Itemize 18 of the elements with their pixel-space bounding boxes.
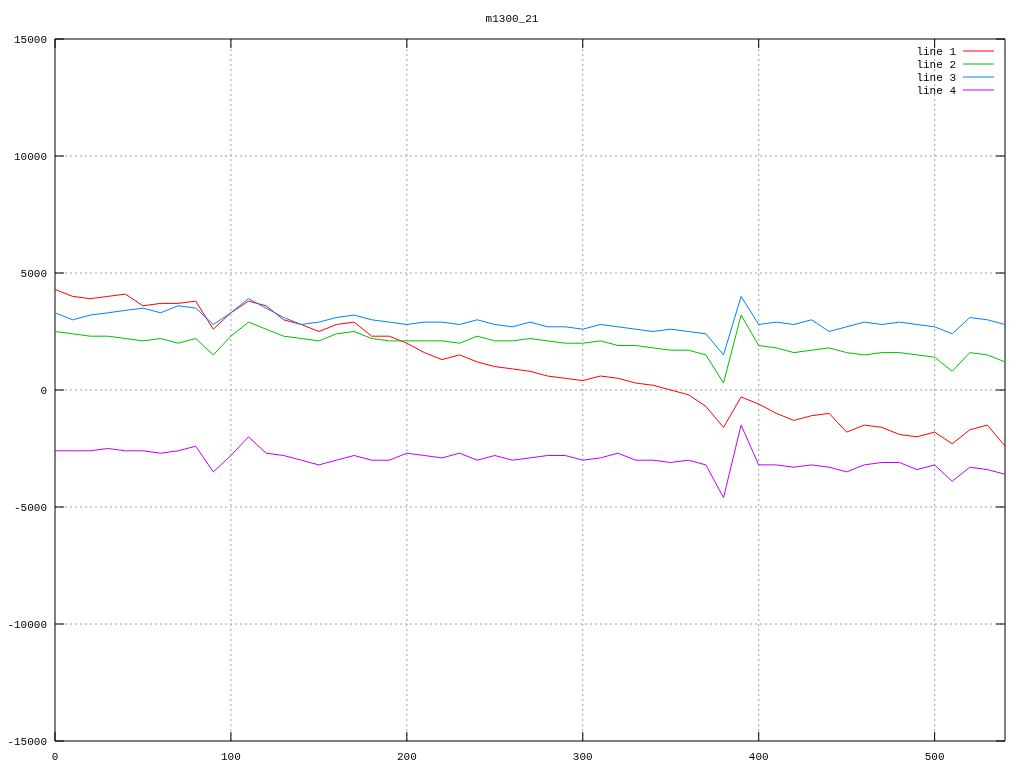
- legend-label: line 4: [916, 85, 956, 97]
- legend-label: line 1: [916, 46, 956, 58]
- axis-tick-label: 0: [40, 385, 47, 397]
- axis-tick-label: 10000: [14, 151, 47, 163]
- axis-tick-label: -10000: [7, 619, 47, 631]
- axis-tick-label: 15000: [14, 34, 47, 46]
- axis-tick-label: 300: [572, 751, 593, 763]
- axis-tick-label: 100: [221, 751, 241, 763]
- axis-tick-label: 200: [396, 751, 417, 763]
- axis-tick-label: 0: [51, 751, 59, 763]
- legend-label: line 3: [916, 72, 956, 84]
- axis-tick-label: 500: [924, 751, 945, 763]
- axis-tick-label: 5000: [20, 268, 47, 280]
- legend-label: line 2: [916, 59, 956, 71]
- axis-tick-label: -15000: [7, 736, 47, 748]
- axis-tick-label: -5000: [14, 502, 47, 514]
- axis-tick-label: 400: [748, 751, 769, 763]
- chart-title: m1300_21: [485, 13, 539, 25]
